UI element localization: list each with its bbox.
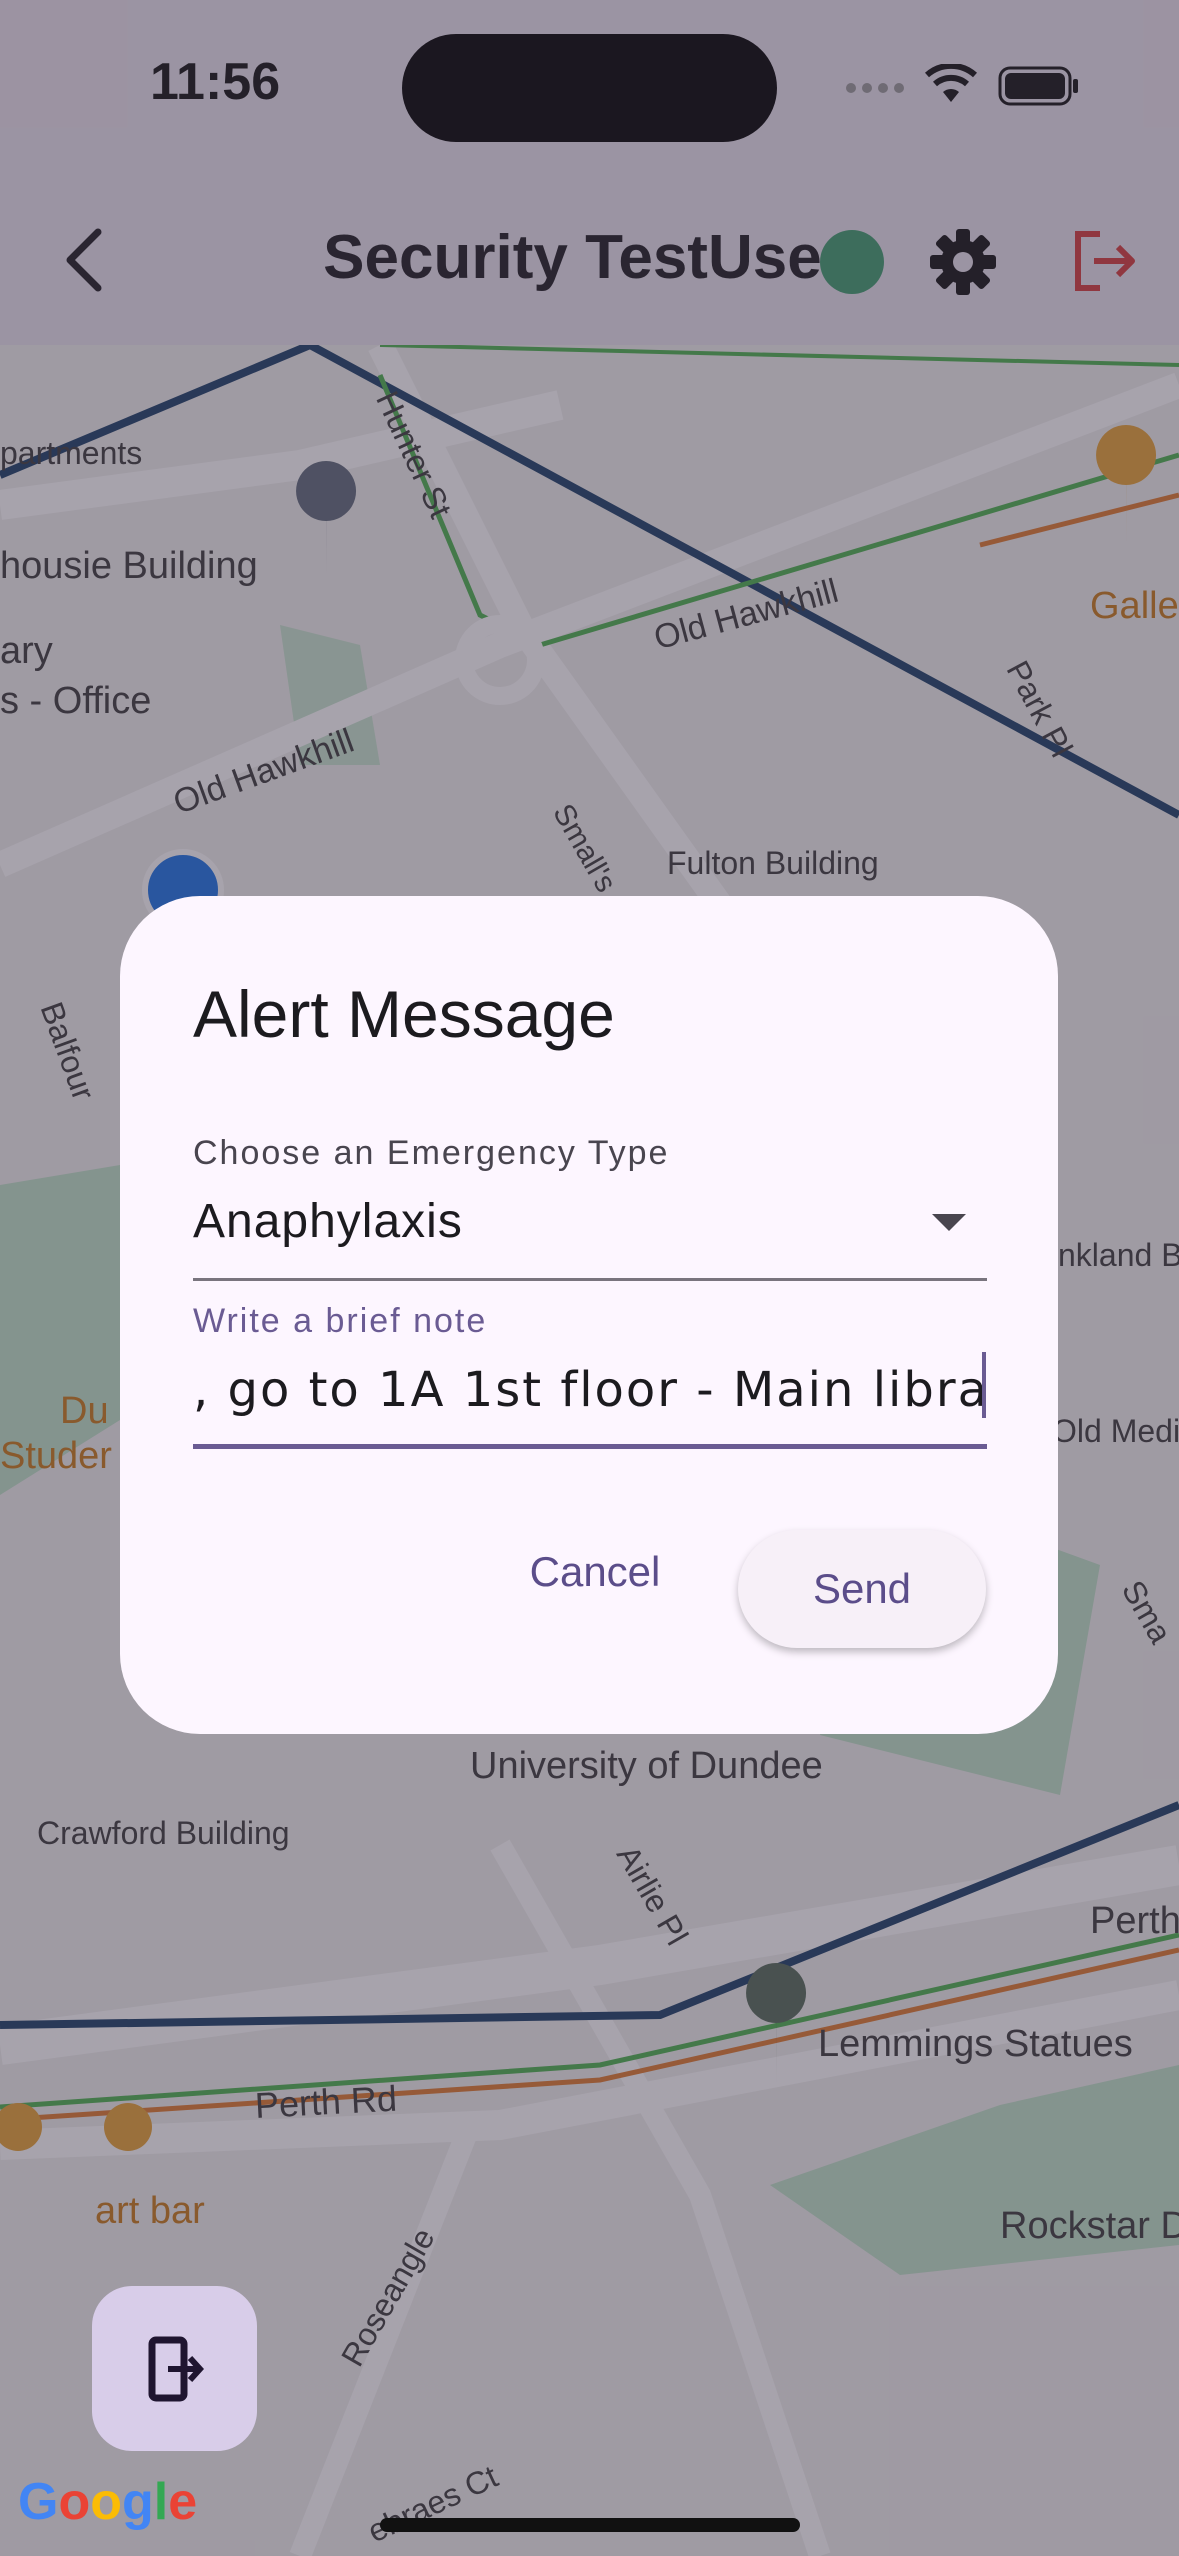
caret-down-icon[interactable] (932, 1214, 966, 1231)
emergency-type-label: Choose an Emergency Type (193, 1134, 670, 1172)
emergency-type-value[interactable]: Anaphylaxis (193, 1194, 463, 1249)
send-button[interactable]: Send (738, 1530, 986, 1648)
note-underline (193, 1444, 987, 1449)
note-label: Write a brief note (193, 1302, 488, 1340)
exit-icon (148, 2336, 204, 2402)
home-indicator[interactable] (380, 2518, 800, 2532)
cancel-button[interactable]: Cancel (520, 1532, 670, 1612)
note-input[interactable]: , go to 1A 1st floor - Main library. (193, 1362, 987, 1418)
exit-fab-button[interactable] (92, 2286, 257, 2451)
dialog-title: Alert Message (193, 977, 615, 1051)
alert-dialog: Alert Message Choose an Emergency Type A… (120, 896, 1058, 1734)
text-cursor (982, 1352, 986, 1418)
dropdown-underline (193, 1278, 987, 1281)
google-logo: Google (18, 2473, 198, 2531)
